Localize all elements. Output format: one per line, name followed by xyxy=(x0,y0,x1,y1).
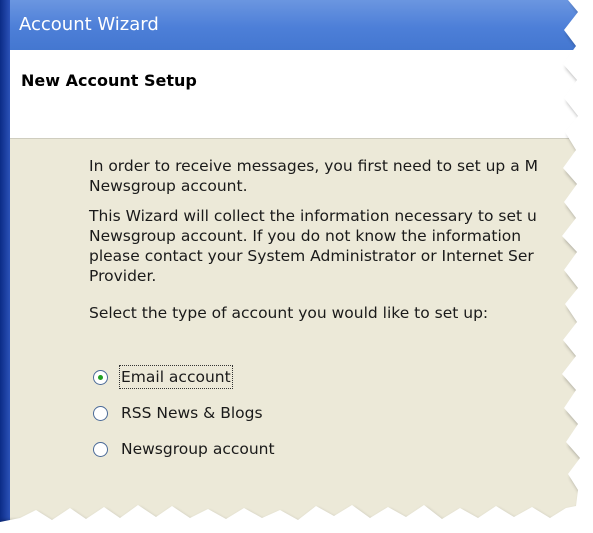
screenshot-frame: Account Wizard New Account Setup In orde… xyxy=(0,0,593,533)
torn-edge-mask xyxy=(0,0,593,533)
torn-edge-shadow xyxy=(0,0,593,533)
torn-edge-overlay xyxy=(0,0,593,533)
